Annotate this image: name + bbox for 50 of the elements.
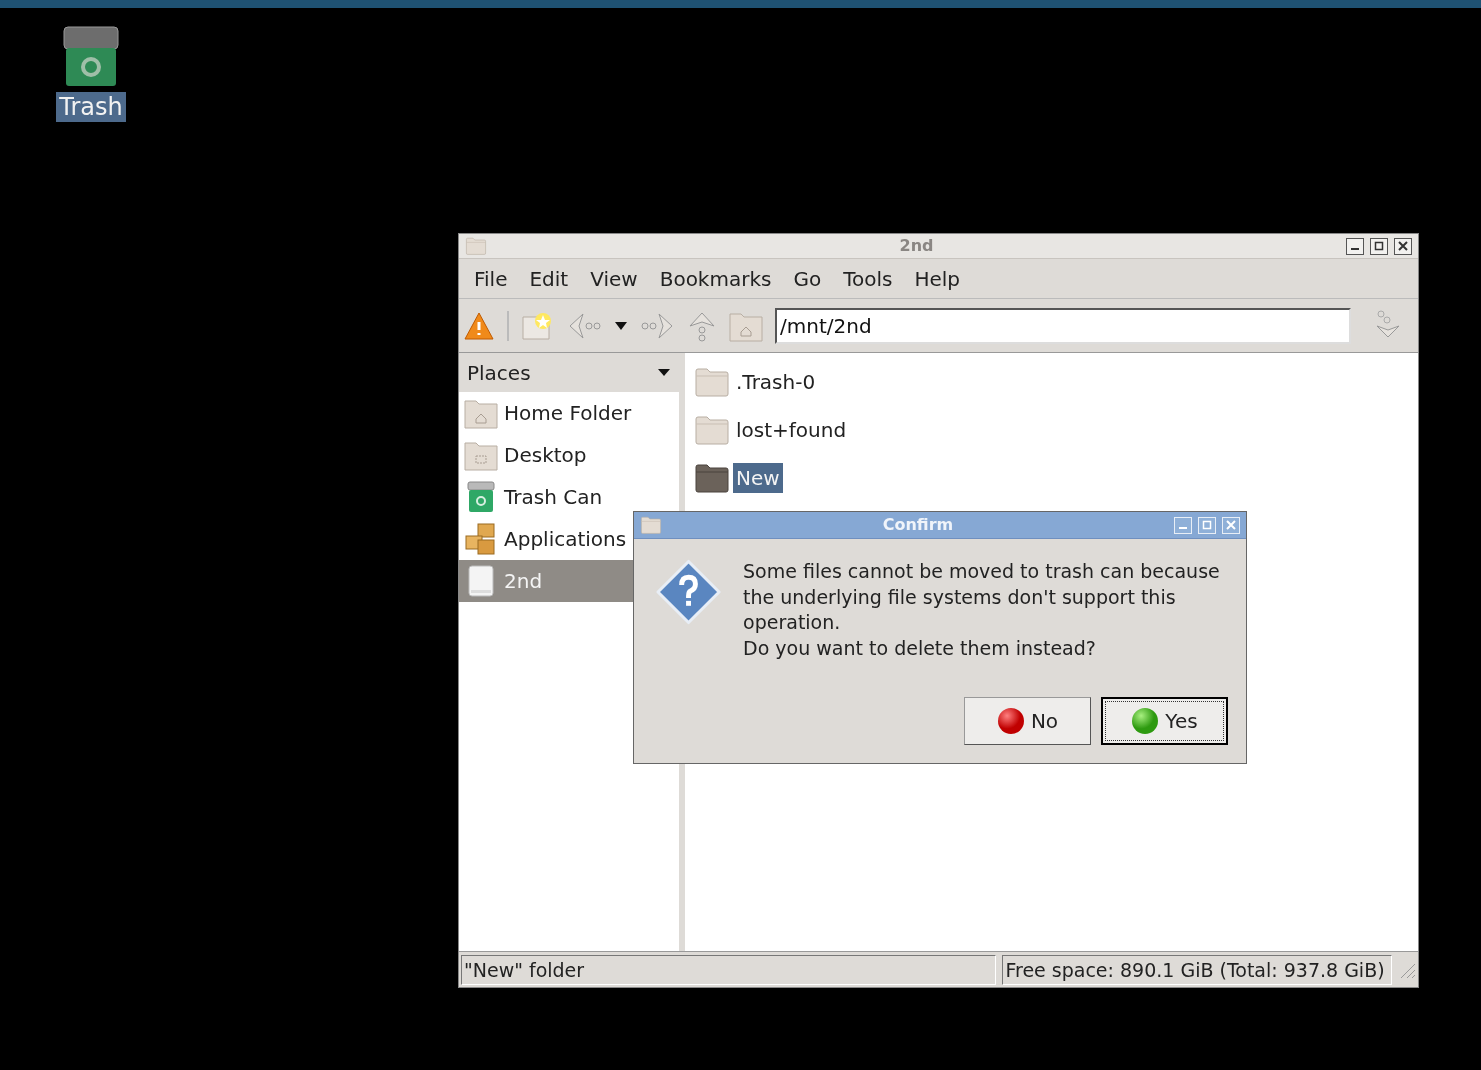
menu-item[interactable]: View [590,263,638,294]
maximize-icon [1202,520,1212,530]
sidebar-item[interactable]: Trash Can [459,476,679,518]
free-space-text: Free space: 890.1 GiB (Total: 937.8 GiB) [1002,954,1393,985]
folder-icon [695,415,729,445]
trash-can-icon[interactable] [63,26,119,88]
close-button[interactable] [1394,237,1412,255]
minimize-icon [1351,248,1359,250]
dialog-button[interactable]: Yes [1101,697,1228,745]
close-icon [1226,520,1236,530]
trash-can-icon [466,481,496,513]
minimize-icon [1179,527,1187,529]
caret-down-icon[interactable] [613,320,629,331]
sidebar-item[interactable]: Applications [459,518,679,560]
folder-icon [695,367,729,397]
home-folder-icon [464,397,498,429]
minimize-button[interactable] [1346,237,1364,255]
dialog-message: Do you want to delete them instead? [743,635,1097,661]
close-icon [1398,241,1408,251]
warning-icon[interactable] [463,310,495,341]
menu-item[interactable]: Help [914,263,961,294]
drive-icon [467,565,495,597]
folder-icon [465,237,487,255]
menu-item[interactable]: Go [793,263,822,294]
boxes-icon [464,522,498,556]
maximize-button[interactable] [1370,237,1388,255]
file-name[interactable]: lost+found [733,415,850,445]
dialog-button[interactable]: No [964,697,1091,745]
folder-icon [640,516,662,534]
location-field[interactable]: /mnt/2nd [775,307,1351,344]
maximize-icon [1374,241,1384,251]
window-title: 2nd [898,235,935,257]
file-name[interactable]: .Trash-0 [733,367,819,397]
menu-item[interactable]: Tools [843,263,893,294]
ok-icon [1131,707,1160,735]
menu-item[interactable]: Edit [529,263,569,294]
dialog-message: Some files cannot be moved to trash can because the underlying file systems don't support this operation. [743,559,1221,635]
status-text: "New" folder [461,954,997,985]
menu-item[interactable]: Bookmarks [659,263,772,294]
file-name[interactable]: New [733,463,783,493]
sidebar-item[interactable]: Desktop [459,434,679,476]
dialog-title: Confirm [881,514,955,536]
caret-down-icon[interactable] [657,368,671,377]
stop-icon [996,707,1025,735]
question-icon [656,559,722,625]
sidebar-item[interactable]: Home Folder [459,392,679,434]
menu-item[interactable]: File [474,263,508,294]
desktop-folder-icon [464,439,498,471]
desktop-icon-label[interactable]: Trash [56,92,126,122]
folder-icon [695,463,729,493]
